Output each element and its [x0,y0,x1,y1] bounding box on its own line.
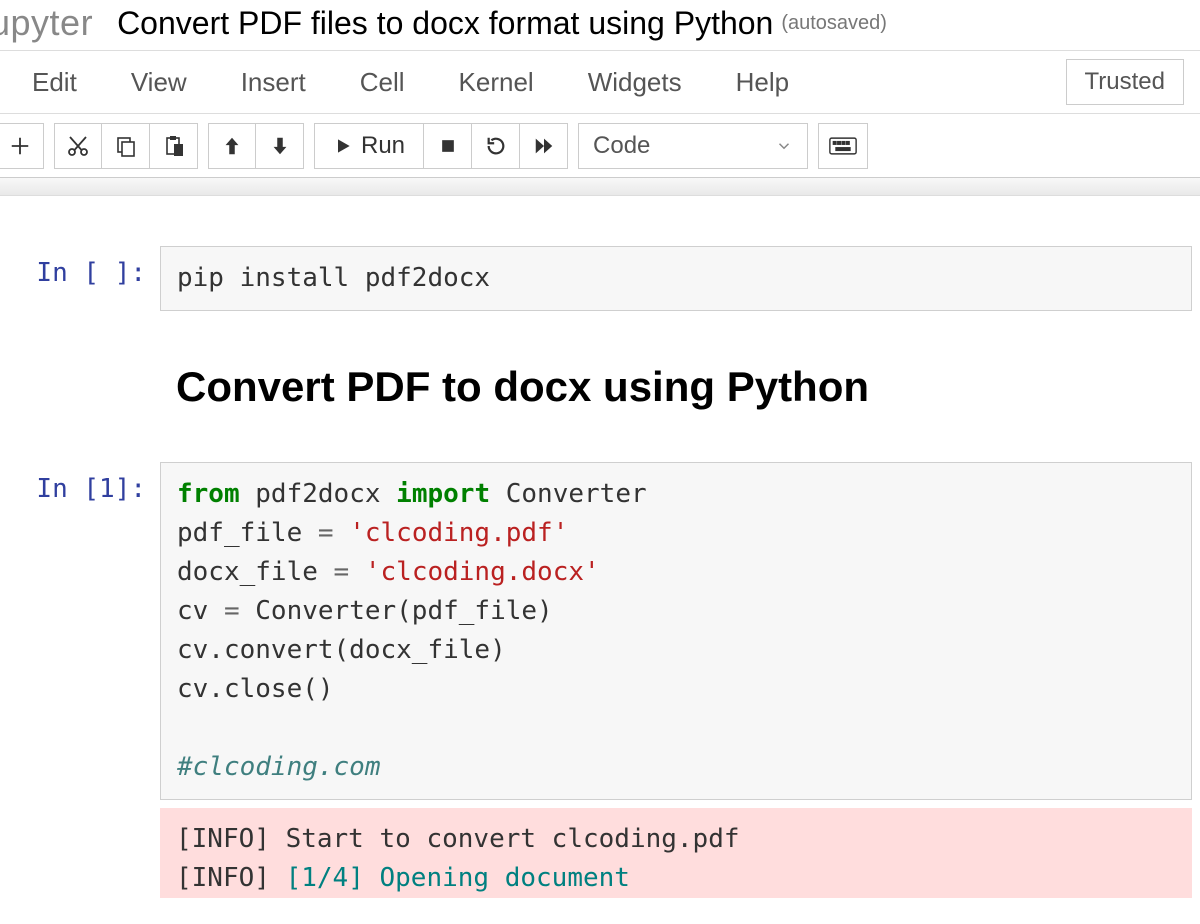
arrow-up-icon [221,135,243,157]
toolbar-shadow [0,178,1200,196]
menu-kernel[interactable]: Kernel [459,59,568,106]
run-button[interactable]: Run [314,123,424,169]
cell-type-value: Code [593,132,650,160]
add-icon [9,135,31,157]
paste-button[interactable] [150,123,198,169]
paste-icon [162,134,186,158]
menu-view[interactable]: View [131,59,221,106]
trusted-indicator[interactable]: Trusted [1066,59,1184,105]
cut-button[interactable] [54,123,102,169]
fast-forward-icon [532,135,556,157]
arrow-down-icon [269,135,291,157]
menu-cell[interactable]: Cell [360,59,439,106]
menu-help[interactable]: Help [736,59,823,106]
input-prompt: In [ ]: [0,246,160,311]
add-cell-button[interactable] [0,123,44,169]
move-down-button[interactable] [256,123,304,169]
code-cell[interactable]: In [ ]: pip install pdf2docx [0,242,1200,315]
code-cell[interactable]: In [1]: from pdf2docx import Converter p… [0,458,1200,804]
play-icon [333,136,353,156]
copy-icon [114,134,138,158]
notebook-header: upyter Convert PDF files to docx format … [0,0,1200,50]
chevron-down-icon [775,137,793,155]
cut-icon [66,134,90,158]
markdown-cell[interactable]: In [ ]: Convert PDF to docx using Python [0,333,1200,440]
stop-button[interactable] [424,123,472,169]
code-input[interactable]: pip install pdf2docx [160,246,1192,311]
output-cell: [INFO] Start to convert clcoding.pdf [IN… [0,804,1200,902]
autosave-status: (autosaved) [781,12,887,35]
markdown-heading: Convert PDF to docx using Python [176,355,1176,418]
stderr-output: [INFO] Start to convert clcoding.pdf [IN… [160,808,1192,898]
code-input[interactable]: from pdf2docx import Converter pdf_file … [160,462,1192,800]
menu-widgets[interactable]: Widgets [588,59,716,106]
menu-insert[interactable]: Insert [241,59,340,106]
move-up-button[interactable] [208,123,256,169]
input-prompt: In [1]: [0,462,160,800]
run-label: Run [361,132,405,160]
copy-button[interactable] [102,123,150,169]
menubar: Edit View Insert Cell Kernel Widgets Hel… [0,50,1200,114]
restart-run-all-button[interactable] [520,123,568,169]
notebook-area: In [ ]: pip install pdf2docx In [ ]: Con… [0,196,1200,902]
restart-button[interactable] [472,123,520,169]
jupyter-logo: upyter [0,2,93,44]
toolbar: Run Code [0,114,1200,178]
restart-icon [485,135,507,157]
command-palette-button[interactable] [818,123,868,169]
menu-edit[interactable]: Edit [32,59,111,106]
stop-icon [438,136,458,156]
keyboard-icon [829,136,857,156]
notebook-title[interactable]: Convert PDF files to docx format using P… [117,5,773,42]
cell-type-select[interactable]: Code [578,123,808,169]
output-prompt [0,808,160,898]
